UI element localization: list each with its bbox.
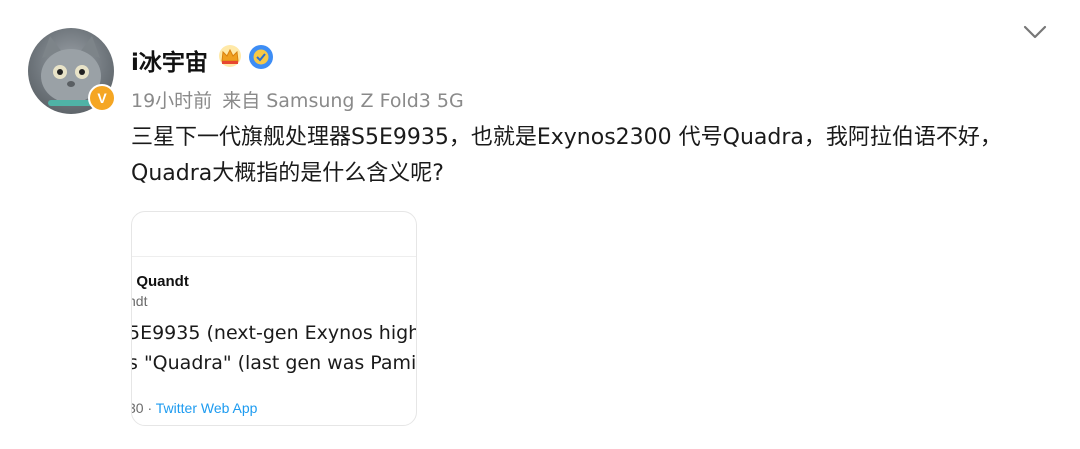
post-text: 三星下一代旗舰处理器S5E9935，也就是Exynos2300 代号Quadra… <box>131 125 1002 186</box>
post-time[interactable]: 19小时前 <box>131 90 212 112</box>
post-meta: 19小时前 来自 Samsung Z Fold3 5G <box>131 86 464 113</box>
tweet-text-line: 5E9935 (next-gen Exynos high- <box>131 322 417 344</box>
username[interactable]: i冰宇宙 <box>131 43 208 77</box>
tweet-content: l Quandt ndt 5E9935 (next-gen Exynos hig… <box>131 272 417 378</box>
tweet-footer: 30 · Twitter Web App <box>132 400 258 416</box>
post-source[interactable]: 来自 Samsung Z Fold3 5G <box>222 90 464 112</box>
tweet-footer-time: 30 <box>132 400 144 416</box>
chevron-down-icon[interactable] <box>1022 22 1048 42</box>
tweet-footer-separator: · <box>143 400 156 416</box>
embedded-tweet-card[interactable]: l Quandt ndt 5E9935 (next-gen Exynos hig… <box>131 211 417 426</box>
verified-v-badge: V <box>88 84 116 112</box>
tweet-source-link[interactable]: Twitter Web App <box>156 400 258 416</box>
card-top-bar <box>132 212 416 257</box>
avatar[interactable]: V <box>28 28 116 114</box>
verified-icon[interactable] <box>248 44 274 70</box>
tweet-author-handle: ndt <box>132 293 148 309</box>
crown-icon[interactable] <box>217 44 243 68</box>
tweet-text-line: s "Quadra" (last gen was Pamir <box>131 352 417 374</box>
tweet-author-name: l Quandt <box>131 273 189 290</box>
